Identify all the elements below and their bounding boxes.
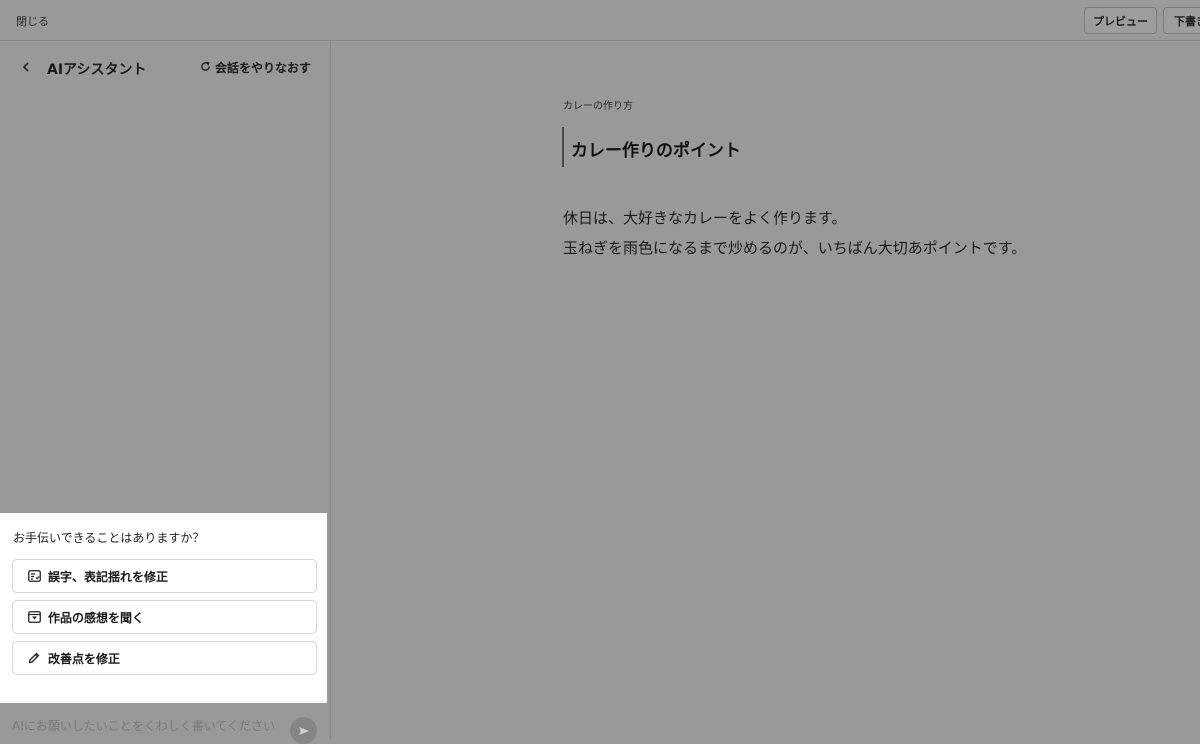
get-feedback-button[interactable]: 作品の感想を聞く (12, 600, 317, 634)
heading-marker (562, 127, 564, 167)
paragraph[interactable]: 休日は、大好きなカレーをよく作ります。 (563, 203, 1026, 233)
top-bar: 閉じる プレビュー 下書き (0, 0, 1200, 41)
assistant-suggestions-card: お手伝いできることはありますか？ 誤字、表記揺れを修正 作品の感想を聞く 改善点… (0, 513, 327, 703)
section-heading[interactable]: カレー作りのポイント (571, 136, 741, 161)
paragraph[interactable]: 玉ねぎを雨色になるまで炒めるのが、いちばん大切あポイントです。 (563, 233, 1026, 263)
preview-button[interactable]: プレビュー (1084, 7, 1157, 34)
inbox-icon (27, 610, 41, 624)
editor-area[interactable]: カレーの作り方 カレー作りのポイント 休日は、大好きなカレーをよく作ります。 玉… (332, 41, 1200, 739)
assistant-prompt: お手伝いできることはありますか？ (13, 531, 205, 545)
save-draft-button[interactable]: 下書き (1163, 7, 1200, 34)
refresh-icon (200, 61, 215, 75)
chevron-left-icon[interactable] (18, 57, 34, 77)
close-button[interactable]: 閉じる (16, 13, 49, 29)
document-title[interactable]: カレーの作り方 (563, 97, 633, 112)
body-text[interactable]: 休日は、大好きなカレーをよく作ります。 玉ねぎを雨色になるまで炒めるのが、いちば… (563, 203, 1026, 263)
fix-improvements-button[interactable]: 改善点を修正 (12, 641, 317, 675)
divider (0, 701, 327, 702)
pencil-icon (27, 651, 41, 665)
panel-title: AIアシスタント (47, 62, 147, 78)
send-button[interactable] (290, 717, 317, 744)
reset-conversation-label: 会話をやりなおす (214, 61, 311, 75)
fix-improvements-label: 改善点を修正 (48, 651, 121, 666)
assistant-message-input[interactable] (0, 713, 280, 739)
spellcheck-icon (27, 569, 41, 583)
reset-conversation-button[interactable]: 会話をやりなおす (200, 59, 311, 76)
send-icon (298, 721, 310, 740)
fix-typos-button[interactable]: 誤字、表記揺れを修正 (12, 559, 317, 593)
panel-header: AIアシスタント 会話をやりなおす (0, 41, 331, 95)
fix-typos-label: 誤字、表記揺れを修正 (48, 569, 169, 584)
get-feedback-label: 作品の感想を聞く (48, 610, 145, 625)
